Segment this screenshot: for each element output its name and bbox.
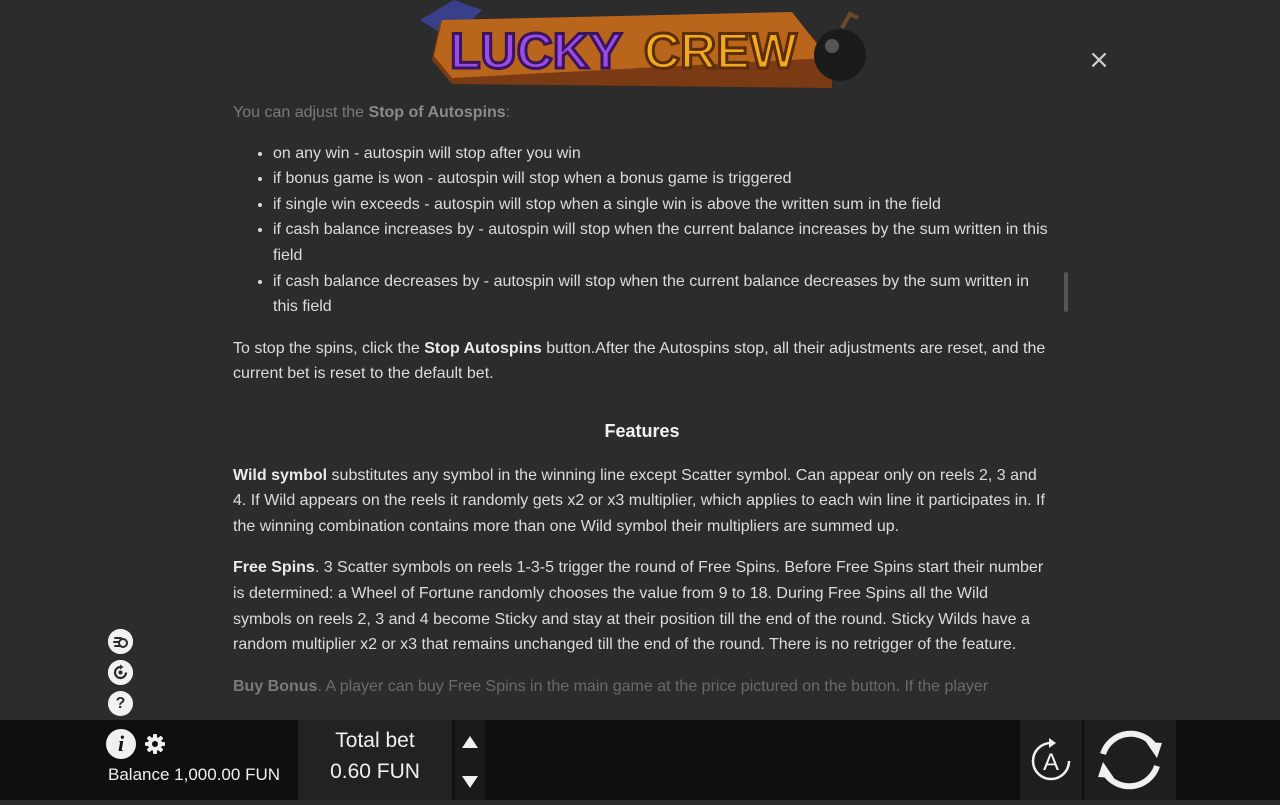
autoplay-icon[interactable]: [108, 660, 133, 685]
autospin-intro-text: You can adjust the: [233, 104, 369, 121]
turbo-spin-icon[interactable]: [108, 629, 133, 654]
buy-bonus-paragraph: Buy Bonus. A player can buy Free Spins i…: [233, 674, 1051, 700]
wild-bold: Wild symbol: [233, 466, 328, 484]
free-spins-bold: Free Spins: [233, 559, 315, 577]
list-item: if single win exceeds - autospin will st…: [273, 192, 1051, 218]
info-button[interactable]: i: [106, 729, 136, 759]
stop-spins-text: To stop the spins, click the: [233, 339, 425, 357]
gear-icon[interactable]: [144, 733, 166, 755]
autospin-button[interactable]: A: [1020, 720, 1082, 800]
total-bet-label: Total bet: [335, 729, 415, 752]
close-button[interactable]: ×: [1086, 47, 1112, 74]
buy-bonus-bold: Buy Bonus: [233, 677, 318, 695]
logo-text-left: LUCKY: [450, 23, 622, 79]
stop-spins-bold: Stop Autospins: [424, 339, 542, 357]
autospin-label: A: [1043, 749, 1059, 776]
bet-decrease-icon[interactable]: [462, 776, 478, 788]
logo-text-right: CREW: [644, 23, 798, 79]
help-icon[interactable]: ?: [108, 691, 133, 716]
stop-options-list: on any win - autospin will stop after yo…: [233, 141, 1051, 320]
wild-paragraph: Wild symbol substitutes any symbol in th…: [233, 463, 1051, 540]
autospin-intro: You can adjust the Stop of Autospins:: [233, 100, 1051, 126]
autospin-intro-suffix: :: [505, 104, 511, 121]
rules-content[interactable]: You can adjust the Stop of Autospins: on…: [233, 98, 1051, 720]
balance-value: 1,000.00 FUN: [174, 765, 281, 784]
wild-text: substitutes any symbol in the winning li…: [233, 466, 1045, 535]
free-spins-paragraph: Free Spins. 3 Scatter symbols on reels 1…: [233, 555, 1051, 657]
free-spins-text: . 3 Scatter symbols on reels 1-3-5 trigg…: [233, 559, 1044, 654]
scrollbar[interactable]: [1064, 272, 1068, 312]
stop-spins-paragraph: To stop the spins, click the Stop Autosp…: [233, 336, 1051, 387]
balance-display: Balance 1,000.00 FUN: [108, 765, 280, 785]
list-item: if cash balance increases by - autospin …: [273, 217, 1051, 268]
buy-bonus-text: . A player can buy Free Spins in the mai…: [317, 677, 989, 695]
list-item: if bonus game is won - autospin will sto…: [273, 166, 1051, 192]
balance-label: Balance: [108, 765, 170, 784]
list-item: if cash balance decreases by - autospin …: [273, 269, 1051, 320]
game-logo: LUCKY CREW: [412, 0, 872, 96]
spin-button[interactable]: [1084, 720, 1176, 800]
bet-increase-icon[interactable]: [462, 736, 478, 748]
features-heading: Features: [604, 420, 680, 441]
autospin-intro-bold: Stop of Autospins: [368, 104, 506, 121]
list-item: on any win - autospin will stop after yo…: [273, 141, 1051, 167]
total-bet-value: 0.60 FUN: [330, 760, 420, 783]
total-bet-panel: Total bet 0.60 FUN: [298, 720, 452, 800]
bet-stepper: [455, 720, 485, 800]
